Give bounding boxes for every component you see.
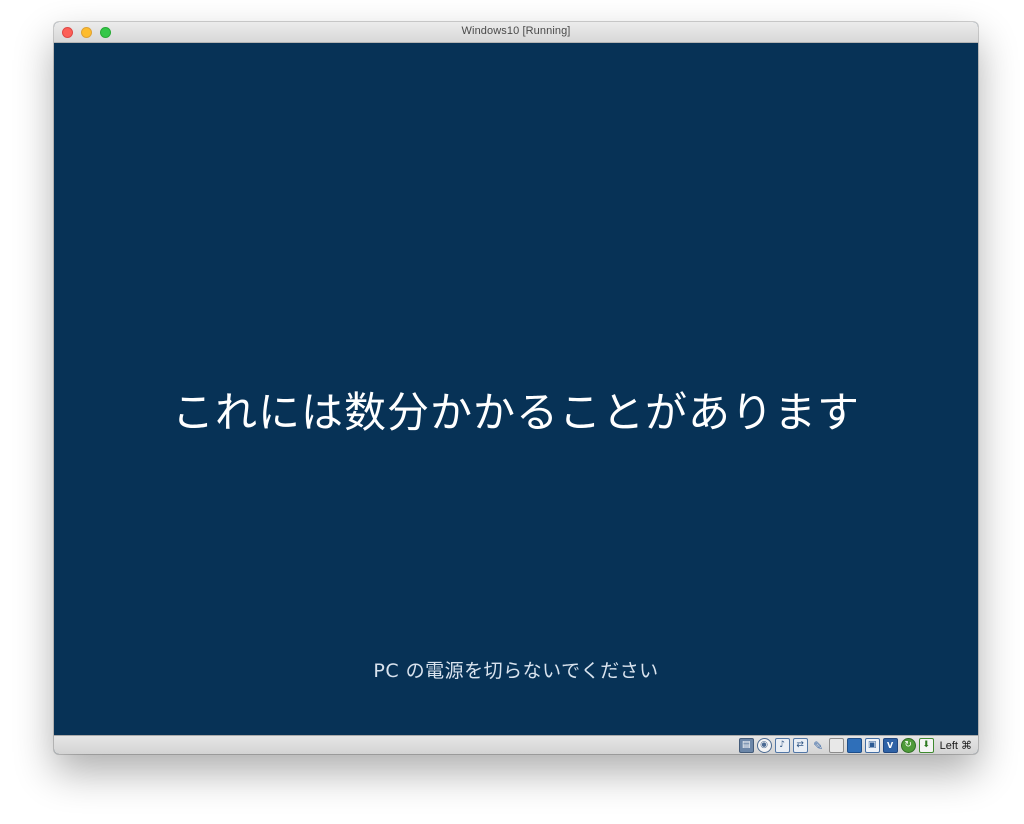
usb-icon[interactable]: ✎ [811, 738, 826, 753]
display-icon[interactable] [846, 738, 862, 753]
mouse-integration-icon[interactable]: ↻ [900, 738, 916, 753]
setup-progress-message: これには数分かかることがあります [171, 388, 860, 437]
network-icon[interactable]: ⇄ [792, 738, 808, 753]
audio-icon[interactable]: ♪ [774, 738, 790, 753]
keyboard-capture-icon[interactable]: ⬇ [918, 738, 934, 753]
hard-disk-icon[interactable]: ▤ [738, 738, 754, 753]
video-capture-icon[interactable]: ▣ [864, 738, 880, 753]
device-indicators: ▤ ◉ ♪ ⇄ ✎ ▣ V ↻ ⬇ Left ⌘ [738, 737, 972, 754]
guest-display[interactable]: これには数分かかることがあります PC の電源を切らないでください [54, 43, 978, 735]
power-warning-message: PC の電源を切らないでください [373, 660, 659, 682]
cpu-icon[interactable]: V [882, 738, 898, 753]
title-bar[interactable]: Windows10 [Running] [54, 22, 978, 43]
shared-folders-icon[interactable] [828, 738, 844, 753]
host-key-label: Left ⌘ [939, 740, 972, 752]
status-bar: ▤ ◉ ♪ ⇄ ✎ ▣ V ↻ ⬇ Left ⌘ [54, 735, 978, 754]
virtualbox-window: Windows10 [Running] これには数分かかることがあります PC … [54, 22, 978, 754]
window-title: Windows10 [Running] [461, 25, 571, 37]
optical-drive-icon[interactable]: ◉ [756, 738, 772, 753]
